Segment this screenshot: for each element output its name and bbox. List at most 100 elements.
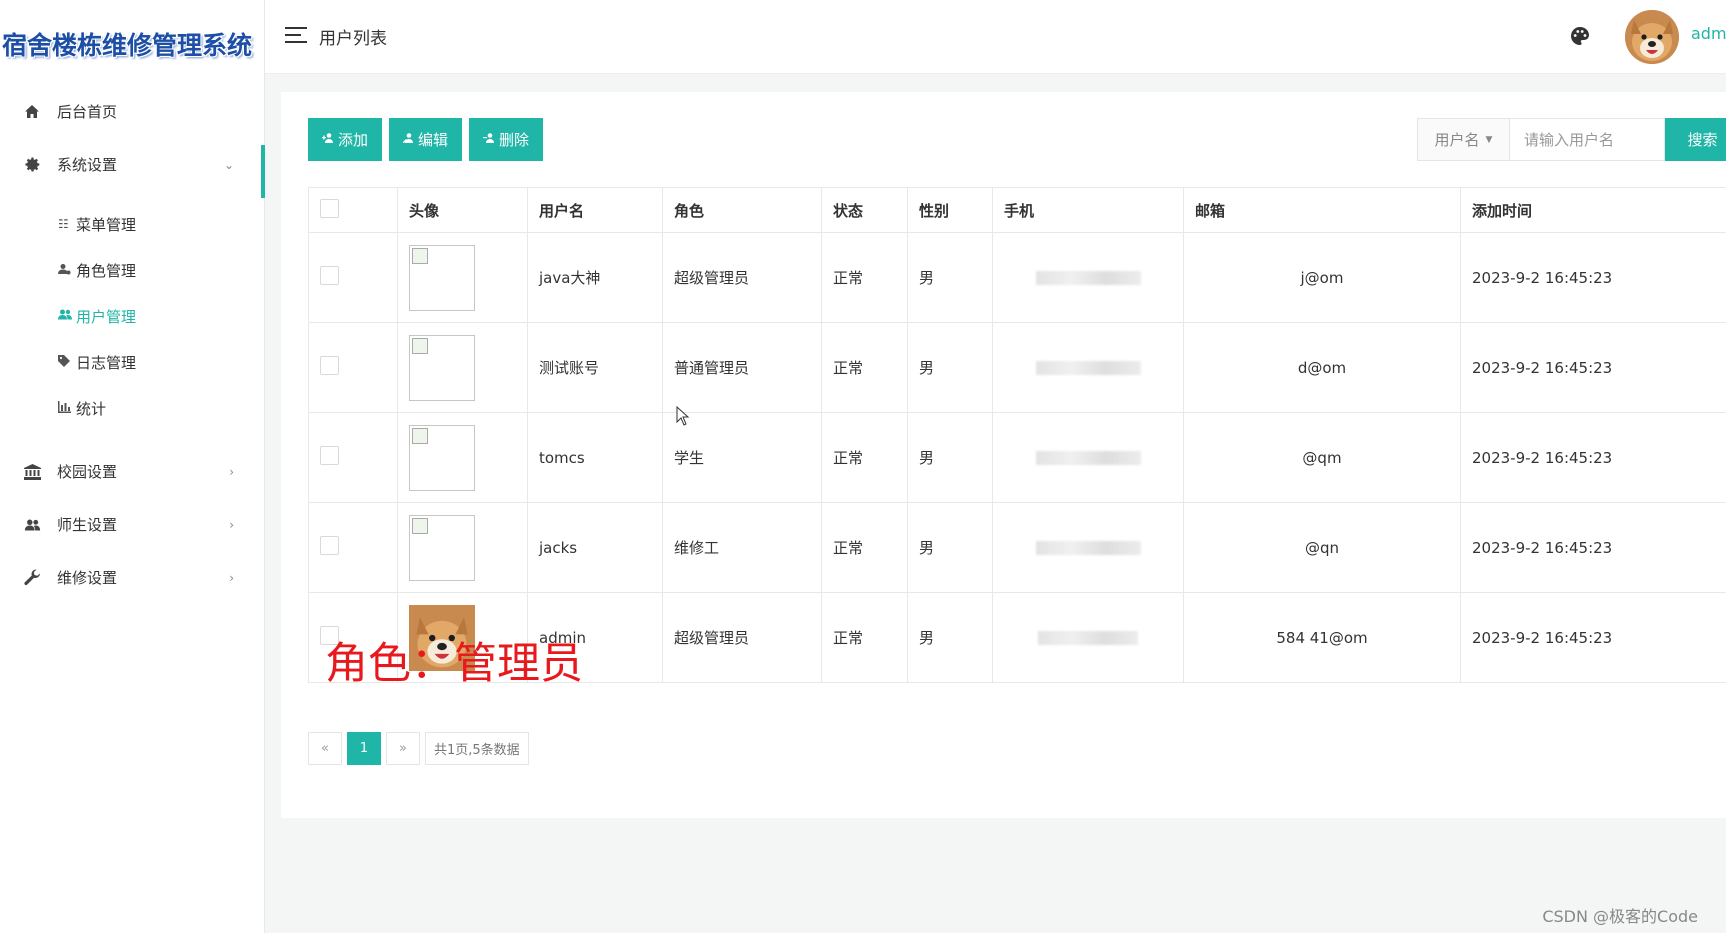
page-button[interactable]: 1 <box>347 732 381 765</box>
sidebar-item-statistics[interactable]: 统计 <box>0 385 264 431</box>
sidebar-item-log-management[interactable]: 日志管理 <box>0 339 264 385</box>
row-select-cell <box>308 412 398 503</box>
gender-cell: 男 <box>907 412 993 503</box>
top-header: 用户列表 adm <box>265 0 1726 74</box>
search-input[interactable]: 请输入用户名 <box>1510 118 1665 161</box>
user-avatar[interactable] <box>1625 10 1679 64</box>
add-button-label: 添加 <box>338 132 369 149</box>
column-header: 状态 <box>821 187 908 233</box>
phone-cell <box>992 592 1184 683</box>
row-checkbox[interactable] <box>320 266 339 285</box>
email-cell: @qm <box>1183 412 1461 503</box>
app-title: 宿舍楼栋维修管理系统 <box>2 31 253 60</box>
sidebar-item-home[interactable]: 后台首页 <box>0 85 264 138</box>
row-checkbox[interactable] <box>320 446 339 465</box>
broken-image-icon <box>409 424 475 491</box>
avatar-cell <box>397 232 528 323</box>
column-header: 手机 <box>992 187 1184 233</box>
avatar-cell <box>397 412 528 503</box>
search-field-value: 用户名 <box>1434 131 1480 149</box>
table-row[interactable]: jacks 维修工 正常 男 @qn 2023-9-2 16:45:23 <box>308 502 1726 593</box>
gender-cell: 男 <box>907 232 993 323</box>
phone-cell <box>992 412 1184 503</box>
status-cell: 正常 <box>821 322 908 413</box>
table-row[interactable]: 测试账号 普通管理员 正常 男 d@om 2023-9-2 16:45:23 <box>308 322 1726 413</box>
chevron-down-icon: ⌄ <box>223 157 234 172</box>
table-header-row: 头像 用户名 角色 状态 性别 手机 邮箱 添加时间 <box>308 187 1726 233</box>
next-page-button[interactable]: » <box>386 732 420 765</box>
watermark: CSDN @极客的Code <box>1542 907 1698 926</box>
page-title: 用户列表 <box>319 29 387 49</box>
row-checkbox[interactable] <box>320 356 339 375</box>
menu-toggle-icon[interactable] <box>285 27 307 45</box>
sidebar-item-label: 校园设置 <box>57 463 118 481</box>
avatar-cell <box>397 322 528 413</box>
chevron-right-icon: › <box>229 517 234 532</box>
table-row[interactable]: tomcs 学生 正常 男 @qm 2023-9-2 16:45:23 <box>308 412 1726 503</box>
gender-cell: 男 <box>907 322 993 413</box>
phone-cell <box>992 502 1184 593</box>
table-row[interactable]: java大神 超级管理员 正常 男 j@om 2023-9-2 16:45:23 <box>308 232 1726 323</box>
sidebar-item-label: 系统设置 <box>57 156 118 174</box>
user-minus-icon <box>483 133 496 146</box>
sidebar-item-repair-settings[interactable]: 维修设置 › <box>0 551 264 604</box>
delete-user-button[interactable]: 删除 <box>469 118 544 161</box>
column-header: 用户名 <box>527 187 663 233</box>
status-cell: 正常 <box>821 232 908 323</box>
sidebar-item-label: 维修设置 <box>57 569 118 587</box>
blurred-phone <box>1035 271 1141 285</box>
sidebar-item-label: 统计 <box>76 399 107 418</box>
pagination-summary: 共1页,5条数据 <box>425 732 529 765</box>
sidebar-item-label: 后台首页 <box>57 103 118 121</box>
add-user-button[interactable]: 添加 <box>308 118 383 161</box>
search-button[interactable]: 搜索 <box>1665 118 1726 161</box>
tag-icon <box>58 354 74 370</box>
app-logo: 宿舍楼栋维修管理系统 <box>0 0 264 85</box>
sidebar-item-campus-settings[interactable]: 校园设置 › <box>0 445 264 498</box>
edit-button-label: 编辑 <box>418 132 449 149</box>
row-select-cell <box>308 322 398 413</box>
user-list-card: 添加 编辑 删除 用户名 ▼ 请输入用户名 搜索 头像 用户名 角色 状态 性别… <box>281 92 1726 818</box>
pagination: « 1 » 共1页,5条数据 <box>308 732 534 765</box>
system-settings-submenu: ☷ 菜单管理 角色管理 用户管理 日志管理 统计 <box>0 191 264 445</box>
list-icon: ☷ <box>58 217 69 231</box>
column-header: 角色 <box>662 187 822 233</box>
caret-down-icon: ▼ <box>1485 134 1493 145</box>
role-cell: 维修工 <box>662 502 822 593</box>
select-all-checkbox[interactable] <box>320 198 339 218</box>
sidebar-item-menu-management[interactable]: ☷ 菜单管理 <box>0 201 264 247</box>
created-time-cell: 2023-9-2 16:45:23 <box>1460 232 1726 323</box>
row-checkbox[interactable] <box>320 536 339 555</box>
user-plus-icon <box>322 133 335 146</box>
palette-icon[interactable] <box>1570 26 1590 46</box>
search-field-select[interactable]: 用户名 ▼ <box>1417 118 1510 161</box>
edit-user-button[interactable]: 编辑 <box>389 118 463 161</box>
sidebar-item-label: 师生设置 <box>57 516 118 534</box>
select-all-cell <box>308 187 398 233</box>
status-cell: 正常 <box>821 502 908 593</box>
phone-cell <box>992 322 1184 413</box>
current-user-name[interactable]: adm <box>1691 24 1726 43</box>
users-icon <box>22 515 42 535</box>
sidebar-item-role-management[interactable]: 角色管理 <box>0 247 264 293</box>
created-time-cell: 2023-9-2 16:45:23 <box>1460 592 1726 683</box>
prev-page-button[interactable]: « <box>308 732 342 765</box>
sidebar-item-teacher-student-settings[interactable]: 师生设置 › <box>0 498 264 551</box>
email-cell: 584 41@om <box>1183 592 1461 683</box>
row-select-cell <box>308 502 398 593</box>
mouse-cursor-icon <box>676 405 690 430</box>
chevron-right-icon: › <box>229 570 234 585</box>
username-cell: tomcs <box>527 412 663 503</box>
gender-cell: 男 <box>907 592 993 683</box>
username-cell: jacks <box>527 502 663 593</box>
role-cell: 超级管理员 <box>662 232 822 323</box>
users-icon <box>58 309 74 323</box>
sidebar: 宿舍楼栋维修管理系统 后台首页 系统设置 ⌄ ☷ 菜单管理 角色管理 用户管理 <box>0 0 265 933</box>
blurred-phone <box>1035 361 1141 375</box>
annotation-text: 角色：管理员 <box>325 639 583 689</box>
role-cell: 普通管理员 <box>662 322 822 413</box>
row-select-cell <box>308 232 398 323</box>
sidebar-item-user-management[interactable]: 用户管理 <box>0 293 264 339</box>
action-toolbar: 添加 编辑 删除 <box>308 118 550 161</box>
sidebar-item-system-settings[interactable]: 系统设置 ⌄ <box>0 138 265 198</box>
